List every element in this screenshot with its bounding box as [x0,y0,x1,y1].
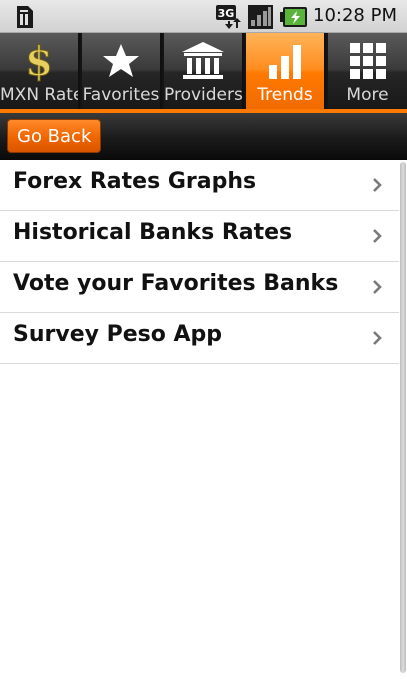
go-back-button[interactable]: Go Back [7,119,102,153]
bank-icon [182,42,224,79]
tab-more[interactable]: More [328,33,407,109]
tab-label: More [346,85,389,105]
tab-label: Providers [164,85,242,105]
svg-text:$: $ [25,39,53,83]
battery-charging-icon [280,7,307,27]
tab-bar: $ MXN Rates Favorites [0,33,407,111]
toolbar: Go Back [0,113,407,160]
chevron-right-icon [373,178,382,192]
list-item-label: Historical Banks Rates [13,220,293,245]
list-item-historical-banks-rates[interactable]: Historical Banks Rates [0,211,399,262]
list-item-forex-rates-graphs[interactable]: Forex Rates Graphs [0,160,399,211]
list-item-survey-peso-app[interactable]: Survey Peso App [0,313,399,364]
app-screen: 3G 10:28 PM $ MXN Rates [0,0,407,679]
bar-chart-icon [269,45,301,79]
tab-label: Favorites [82,85,160,105]
signal-strength-icon [248,5,273,29]
tab-label: MXN Rates [0,85,78,105]
grid-icon [349,43,386,79]
chevron-right-icon [373,229,382,243]
tab-trends[interactable]: Trends [246,33,326,109]
tab-mxn-rates[interactable]: $ MXN Rates [0,33,80,109]
tab-label: Trends [257,85,313,105]
status-bar: 3G 10:28 PM [0,0,407,33]
status-time: 10:28 PM [313,5,397,26]
tab-providers[interactable]: Providers [164,33,244,109]
list-item-label: Survey Peso App [13,322,223,347]
list-item-vote-favorites-banks[interactable]: Vote your Favorites Banks [0,262,399,313]
chevron-right-icon [373,280,382,294]
sim-card-icon [17,6,33,28]
star-icon [103,44,139,77]
tab-favorites[interactable]: Favorites [82,33,162,109]
trends-menu-list: Forex Rates Graphs Historical Banks Rate… [0,160,399,364]
list-scrollbar[interactable] [400,162,406,673]
list-item-label: Forex Rates Graphs [13,169,257,194]
list-item-label: Vote your Favorites Banks [13,271,339,296]
network-type-label: 3G [218,7,235,20]
dollar-icon: $ [25,39,54,83]
3g-data-icon: 3G [216,5,241,29]
chevron-right-icon [373,331,382,345]
